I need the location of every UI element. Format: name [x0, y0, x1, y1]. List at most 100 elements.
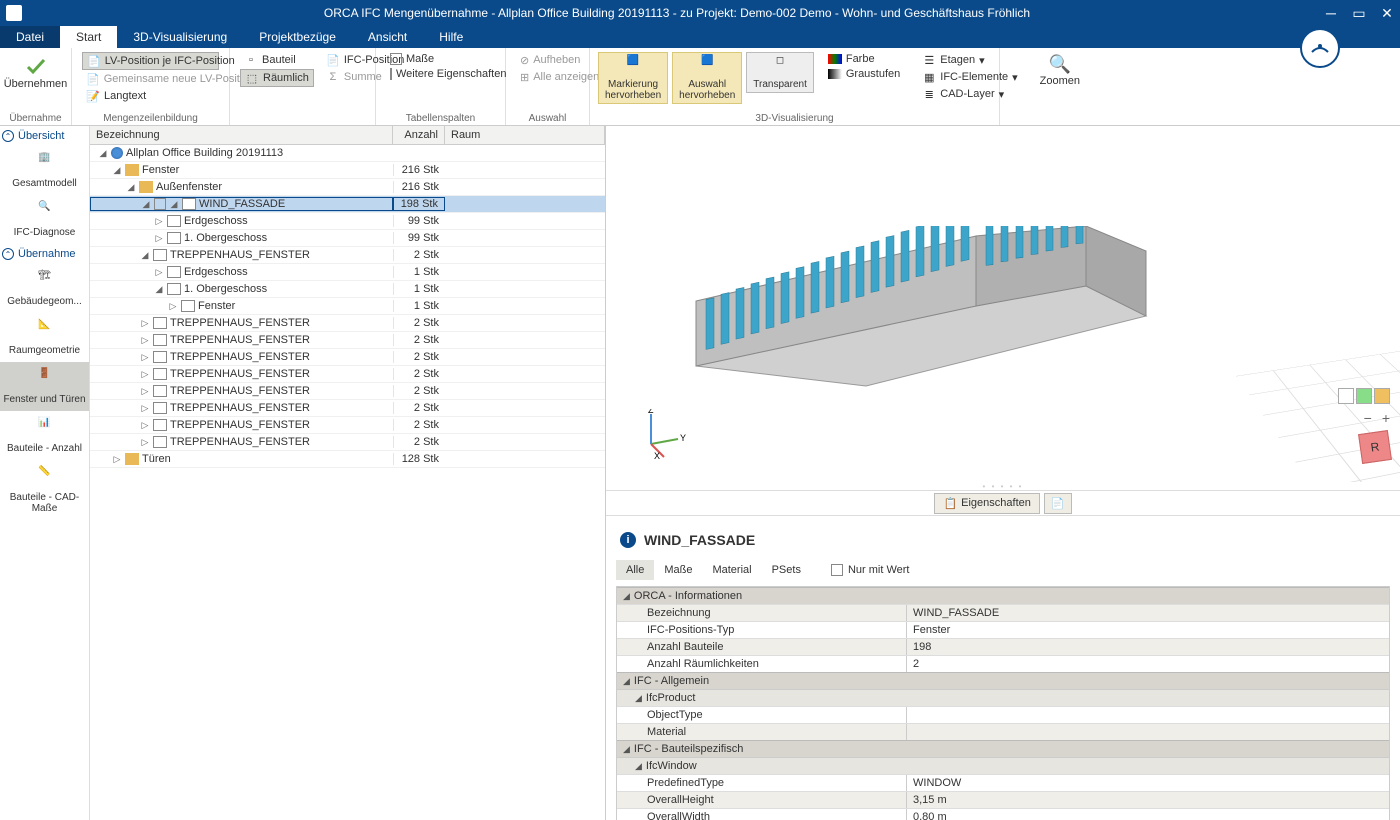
tree-row[interactable]: ▷TREPPENHAUS_FENSTER2 Stk — [90, 434, 605, 451]
tree-twisty[interactable]: ▷ — [140, 369, 150, 380]
section-uebernahme[interactable]: ⌃Übernahme — [0, 244, 89, 264]
prop-row[interactable]: OverallWidth0,80 m — [617, 808, 1389, 820]
tree-row[interactable]: ▷TREPPENHAUS_FENSTER2 Stk — [90, 383, 605, 400]
nav-fenster-tueren[interactable]: 🚪Fenster und Türen — [0, 362, 89, 411]
tree-twisty[interactable]: ◢ — [126, 182, 136, 193]
nav-gesamtmodell[interactable]: 🏢Gesamtmodell — [0, 146, 89, 195]
etagen-dropdown[interactable]: ☰Etagen▾ — [918, 52, 1021, 68]
zoom-in-button[interactable]: + — [1382, 410, 1390, 426]
zoom-out-button[interactable]: − — [1364, 410, 1372, 426]
tree-row[interactable]: ◢1. Obergeschoss1 Stk — [90, 281, 605, 298]
prop-group-header[interactable]: ◢ORCA - Informationen — [617, 587, 1389, 604]
markierung-hervorheben-button[interactable]: 🟦Markierung hervorheben — [598, 52, 668, 104]
prop-row[interactable]: ObjectType — [617, 706, 1389, 723]
alle-anzeigen-button[interactable]: ⊞Alle anzeigen — [516, 69, 579, 85]
lv-position-je-ifc-button[interactable]: 📄LV-Position je IFC-Position — [82, 52, 219, 70]
tree-row[interactable]: ▷TREPPENHAUS_FENSTER2 Stk — [90, 315, 605, 332]
tree-twisty[interactable]: ▷ — [168, 301, 178, 312]
close-button[interactable]: ✕ — [1380, 6, 1394, 20]
tree-row[interactable]: ◢Außenfenster216 Stk — [90, 179, 605, 196]
tree-row[interactable]: ▷Erdgeschoss1 Stk — [90, 264, 605, 281]
tree-twisty[interactable]: ◢ — [140, 250, 150, 261]
tree-row[interactable]: ▷TREPPENHAUS_FENSTER2 Stk — [90, 366, 605, 383]
prop-group-header[interactable]: ◢IFC - Allgemein — [617, 672, 1389, 689]
tree-twisty[interactable]: ▷ — [140, 318, 150, 329]
tree-twisty[interactable]: ▷ — [154, 267, 164, 278]
tree-row[interactable]: ▷Fenster1 Stk — [90, 298, 605, 315]
tree-twisty[interactable]: ▷ — [140, 420, 150, 431]
nav-ifc-diagnose[interactable]: 🔍IFC-Diagnose — [0, 195, 89, 244]
tree-body[interactable]: ◢Allplan Office Building 20191113◢Fenste… — [90, 145, 605, 820]
tree-twisty[interactable]: ▷ — [140, 386, 150, 397]
aufheben-button[interactable]: ⊘Aufheben — [516, 52, 579, 68]
tab-ansicht[interactable]: Ansicht — [352, 26, 423, 48]
tree-row[interactable]: ◢Allplan Office Building 20191113 — [90, 145, 605, 162]
tree-row[interactable]: ▷TREPPENHAUS_FENSTER2 Stk — [90, 417, 605, 434]
splitter[interactable]: • • • • • — [606, 482, 1400, 490]
prop-row[interactable]: Anzahl Räumlichkeiten2 — [617, 655, 1389, 672]
tab-3d-visualisierung[interactable]: 3D-Visualisierung — [117, 26, 243, 48]
zoomen-button[interactable]: 🔍 Zoomen — [1032, 50, 1088, 91]
bauteil-button[interactable]: ▫Bauteil — [240, 52, 314, 68]
masse-checkbox[interactable]: Maße — [386, 52, 495, 66]
tree-twisty[interactable]: ◢ — [98, 148, 108, 159]
checkbox-icon[interactable] — [154, 198, 166, 210]
prop-tab-masse[interactable]: Maße — [654, 560, 702, 580]
prop-tab-psets[interactable]: PSets — [762, 560, 811, 580]
tab-projektbezuege[interactable]: Projektbezüge — [243, 26, 352, 48]
prop-row[interactable]: Anzahl Bauteile198 — [617, 638, 1389, 655]
col-anzahl[interactable]: Anzahl — [393, 126, 445, 144]
tree-twisty[interactable]: ◢ — [141, 199, 151, 210]
tab-hilfe[interactable]: Hilfe — [423, 26, 479, 48]
tree-row[interactable]: ▷TREPPENHAUS_FENSTER2 Stk — [90, 349, 605, 366]
nav-raumgeometrie[interactable]: 📐Raumgeometrie — [0, 313, 89, 362]
tree-twisty[interactable]: ▷ — [154, 233, 164, 244]
view-mode-1[interactable] — [1338, 388, 1354, 404]
prop-tab-alle[interactable]: Alle — [616, 560, 654, 580]
col-raum[interactable]: Raum — [445, 126, 605, 144]
tree-row[interactable]: ◢◢WIND_FASSADE198 Stk — [90, 196, 605, 213]
tree-row[interactable]: ▷Türen128 Stk — [90, 451, 605, 468]
prop-row[interactable]: BezeichnungWIND_FASSADE — [617, 604, 1389, 621]
properties-alt-button[interactable]: 📄 — [1044, 493, 1072, 514]
tree-twisty[interactable]: ▷ — [140, 352, 150, 363]
nav-bauteile-cad[interactable]: 📏Bauteile - CAD-Maße — [0, 460, 89, 520]
prop-group-header[interactable]: ◢IFC - Bauteilspezifisch — [617, 740, 1389, 757]
cad-layer-dropdown[interactable]: ≣CAD-Layer▾ — [918, 86, 1021, 102]
col-bezeichnung[interactable]: Bezeichnung — [90, 126, 393, 144]
tab-start[interactable]: Start — [60, 26, 117, 48]
view-mode-2[interactable] — [1356, 388, 1372, 404]
farbe-button[interactable]: Farbe — [824, 52, 904, 66]
ifc-elemente-dropdown[interactable]: ▦IFC-Elemente▾ — [918, 69, 1021, 85]
prop-row[interactable]: Material — [617, 723, 1389, 740]
tree-twisty[interactable]: ▷ — [140, 403, 150, 414]
minimize-button[interactable]: ─ — [1324, 6, 1338, 20]
view-cube[interactable]: R — [1358, 430, 1392, 464]
tree-twisty[interactable]: ◢ — [154, 284, 164, 295]
uebernehmen-button[interactable]: Übernehmen — [6, 50, 65, 94]
raeumlich-button[interactable]: ⬚Räumlich — [240, 69, 314, 87]
prop-tab-material[interactable]: Material — [702, 560, 761, 580]
nav-gebaeudegeometrie[interactable]: 🏗Gebäudegeom... — [0, 264, 89, 313]
maximize-button[interactable]: ▭ — [1352, 6, 1366, 20]
tree-row[interactable]: ◢Fenster216 Stk — [90, 162, 605, 179]
langtext-button[interactable]: 📝Langtext — [82, 88, 219, 104]
nur-mit-wert-checkbox[interactable]: Nur mit Wert — [831, 564, 910, 576]
tree-twisty[interactable]: ◢ — [112, 165, 122, 176]
tree-row[interactable]: ▷TREPPENHAUS_FENSTER2 Stk — [90, 400, 605, 417]
view-mode-3[interactable] — [1374, 388, 1390, 404]
prop-subgroup-header[interactable]: ◢IfcWindow — [617, 757, 1389, 774]
nav-bauteile-anzahl[interactable]: 📊Bauteile - Anzahl — [0, 411, 89, 460]
tree-row[interactable]: ▷TREPPENHAUS_FENSTER2 Stk — [90, 332, 605, 349]
tree-twisty[interactable]: ▷ — [112, 454, 122, 465]
gemeinsame-lv-button[interactable]: 📄Gemeinsame neue LV-Position — [82, 71, 219, 87]
tree-row[interactable]: ▷1. Obergeschoss99 Stk — [90, 230, 605, 247]
prop-subgroup-header[interactable]: ◢IfcProduct — [617, 689, 1389, 706]
prop-row[interactable]: IFC-Positions-TypFenster — [617, 621, 1389, 638]
tree-twisty[interactable]: ▷ — [154, 216, 164, 227]
weitere-eig-checkbox[interactable]: Weitere Eigenschaften — [386, 67, 495, 81]
eigenschaften-button[interactable]: 📋Eigenschaften — [934, 493, 1039, 514]
tab-datei[interactable]: Datei — [0, 26, 60, 48]
prop-row[interactable]: OverallHeight3,15 m — [617, 791, 1389, 808]
tree-twisty[interactable]: ▷ — [140, 335, 150, 346]
